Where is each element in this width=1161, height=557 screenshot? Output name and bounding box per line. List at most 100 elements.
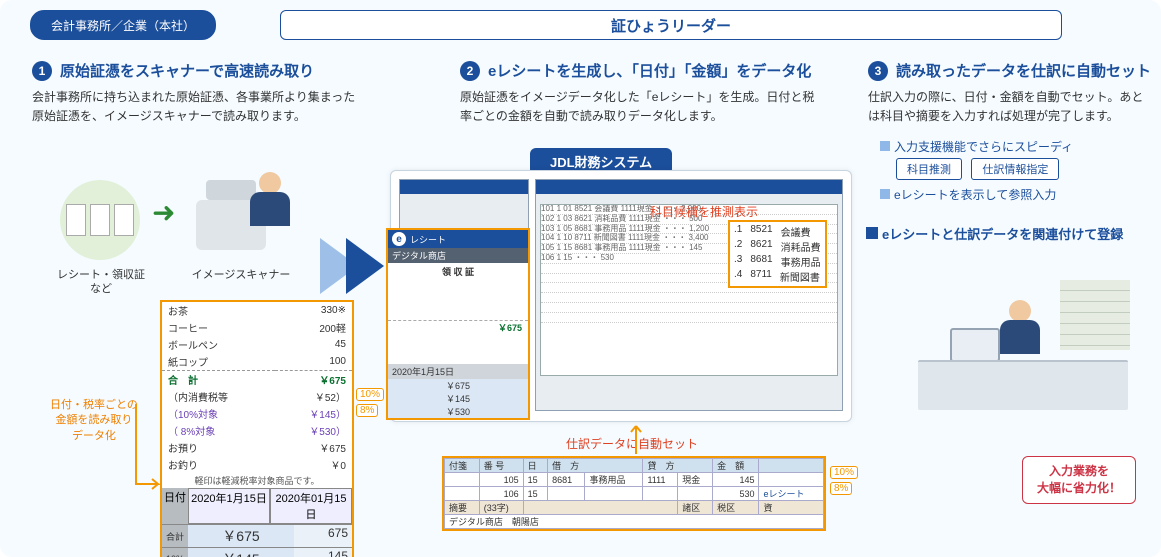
btn-shiwake-info[interactable]: 仕訳情報指定 <box>971 158 1059 180</box>
rcpt-tax-amt: ￥530） <box>275 422 352 439</box>
jnl-h: 金 額 <box>713 459 759 473</box>
jnl-cell: 8681 <box>548 473 585 487</box>
jnl-tag: 資 <box>759 501 824 515</box>
rcpt-tax-amt: ￥52） <box>275 388 352 405</box>
step2-head: 2 eレシートを生成し、「日付」「金額」をデータ化 <box>460 60 811 81</box>
receipt-mockup: お茶330※ コーヒー200軽 ボールペン45 紙コップ100 合 計￥675 … <box>160 300 354 557</box>
rcpt-line-amt: 330※ <box>275 302 352 319</box>
ereceipt-header: e レシート <box>388 230 528 248</box>
link-heading: eレシートと仕訳データを関連付けて登録 <box>866 224 1123 243</box>
e-badge-icon: e <box>392 232 406 246</box>
kmk-n: .2 <box>734 239 742 254</box>
btn-kmk-suisoku[interactable]: 科目推測 <box>896 158 962 180</box>
rcpt-amt-row: 10%￥145145 <box>162 547 352 557</box>
jnl-rate8-chip: 8% <box>830 482 852 495</box>
rcpt-amt-val: ￥145 <box>188 548 294 557</box>
receipt-bundle-icon <box>60 180 140 260</box>
desk-icon <box>918 360 1128 410</box>
kmk-name: 新聞図書 <box>780 269 820 284</box>
rcpt-tax-name: （10%対象 <box>162 405 275 422</box>
org-badge: 会計事務所／企業（本社） <box>30 10 216 40</box>
sub-item-1: 入力支援機能でさらにスピーディ <box>880 138 1073 155</box>
rcpt-pay-amt: ￥675 <box>275 439 352 456</box>
jnl-cell: 現金 <box>678 473 713 487</box>
scanner-label: イメージスキャナー <box>186 268 296 282</box>
ereceipt-date: 2020年1月15日 <box>388 364 528 379</box>
rcpt-line-amt: 45 <box>275 336 352 353</box>
kmk-n: .4 <box>734 269 742 284</box>
rcpt-amt-row: 合計￥675675 <box>162 524 352 547</box>
pill-row: 科目推測 仕訳情報指定 <box>896 158 1065 180</box>
monitor-icon <box>950 328 1000 362</box>
journal-strip: 付箋 番 号 日 借 方 貸 方 金 額 105158681事務用品1111現金… <box>442 456 826 531</box>
jnl-h: 付箋 <box>445 459 480 473</box>
shelves-icon <box>1060 280 1130 350</box>
step2-title: eレシートを生成し、「日付」「金額」をデータ化 <box>488 60 811 81</box>
ereceipt-total: ￥675 <box>388 321 528 334</box>
ereceipt-shop: デジタル商店 <box>388 248 528 263</box>
rcpt-date-2: 2020年01月15日 <box>270 488 352 524</box>
step1-number: 1 <box>32 61 52 81</box>
rcpt-date-band: 日付 2020年1月15日 2020年01月15日 <box>162 488 352 524</box>
kmk-name: 事務用品 <box>781 254 821 269</box>
jnl-cell: 事務用品 <box>585 473 643 487</box>
kmk-n: .1 <box>734 224 742 239</box>
result-callout: 入力業務を 大幅に省力化！ <box>1022 456 1136 504</box>
rcpt-line-name: ボールペン <box>162 336 275 353</box>
step2-number: 2 <box>460 61 480 81</box>
jnl-h: 番 号 <box>479 459 523 473</box>
receipt-callout: 日付・税率ごとの 金額を読み取り データ化 <box>50 398 138 444</box>
kmk-popup: .18521会議費 .28621消耗品費 .38681事務用品 .48711新聞… <box>728 220 827 288</box>
rcpt-date-1: 2020年1月15日 <box>188 488 270 524</box>
kmk-code: 8711 <box>750 269 772 284</box>
rcpt-line-amt: 100 <box>275 353 352 371</box>
step1-body: 会計事務所に持ち込まれた原始証憑、各事業所より集まった原始証憑を、イメージスキャ… <box>32 88 362 126</box>
rcpt-pay-amt: ￥0 <box>275 456 352 473</box>
sub-item-2: eレシートを表示して参照入力 <box>880 186 1056 203</box>
kmk-callout: 科目候補を推測表示 <box>650 204 758 221</box>
kmk-code: 8521 <box>750 224 772 239</box>
ereceipt-v1: ￥675 <box>388 379 528 392</box>
rcpt-line-amt: 200軽 <box>275 319 352 336</box>
rcpt-amt-val2: 675 <box>294 525 352 547</box>
rcpt-total-label: 合 計 <box>162 371 275 389</box>
jnl-tag: 摘要 <box>445 501 480 515</box>
kmk-name: 会議費 <box>781 224 811 239</box>
rcpt-line-name: お茶 <box>162 302 275 319</box>
product-title: 証ひょうリーダー <box>611 15 731 36</box>
rcpt-amt-val2: 145 <box>294 548 352 557</box>
step3-number: 3 <box>868 61 888 81</box>
rcpt-footnote: 軽印は軽減税率対象商品です。 <box>162 473 352 488</box>
square-bullet-icon <box>880 141 890 151</box>
ereceipt-v3: ￥530 <box>388 405 528 418</box>
user-person-icon <box>1000 300 1040 354</box>
jnl-cell: 145 <box>713 473 759 487</box>
rcpt-amt-lab: 10% <box>162 548 188 557</box>
jnl-tag: 税区 <box>713 501 759 515</box>
jnl-h: 借 方 <box>548 459 643 473</box>
orange-arrow-icon <box>130 400 166 500</box>
sub-item-1-text: 入力支援機能でさらにスピーディ <box>894 140 1073 154</box>
jnl-shop: デジタル商店 朝陽店 <box>445 515 824 529</box>
jnl-cell: 1111 <box>643 473 678 487</box>
rcpt-tax-amt: ￥145） <box>275 405 352 422</box>
rcpt-amt-val: ￥675 <box>188 525 294 547</box>
ereceipt-v2: ￥145 <box>388 392 528 405</box>
rcpt-tax-name: （内消費税等 <box>162 388 275 405</box>
rcpt-pay-name: お預り <box>162 439 275 456</box>
step1-title: 原始証憑をスキャナーで高速読み取り <box>60 60 314 81</box>
step3-title: 読み取ったデータを仕訳に自動セット <box>896 60 1151 81</box>
jnl-cell: 530 <box>713 487 759 501</box>
product-title-bar: 証ひょうリーダー <box>280 10 1062 40</box>
step3-head: 3 読み取ったデータを仕訳に自動セット <box>868 60 1151 81</box>
step2-body: 原始証憑をイメージデータ化した「eレシート」を生成。日付と税率ごとの金額を自動で… <box>460 88 820 126</box>
operator-person-icon <box>250 172 290 226</box>
arrow-green-icon: ➜ <box>152 196 175 229</box>
rcpt-line-name: コーヒー <box>162 319 275 336</box>
sub-item-2-text: eレシートを表示して参照入力 <box>894 188 1056 202</box>
receipts-label: レシート・領収証 など <box>46 268 156 297</box>
jnl-tag: 諸区 <box>678 501 713 515</box>
org-badge-text: 会計事務所／企業（本社） <box>51 17 195 34</box>
jnl-arrow-icon <box>626 420 646 456</box>
jnl-cell: eレシート <box>759 487 824 501</box>
